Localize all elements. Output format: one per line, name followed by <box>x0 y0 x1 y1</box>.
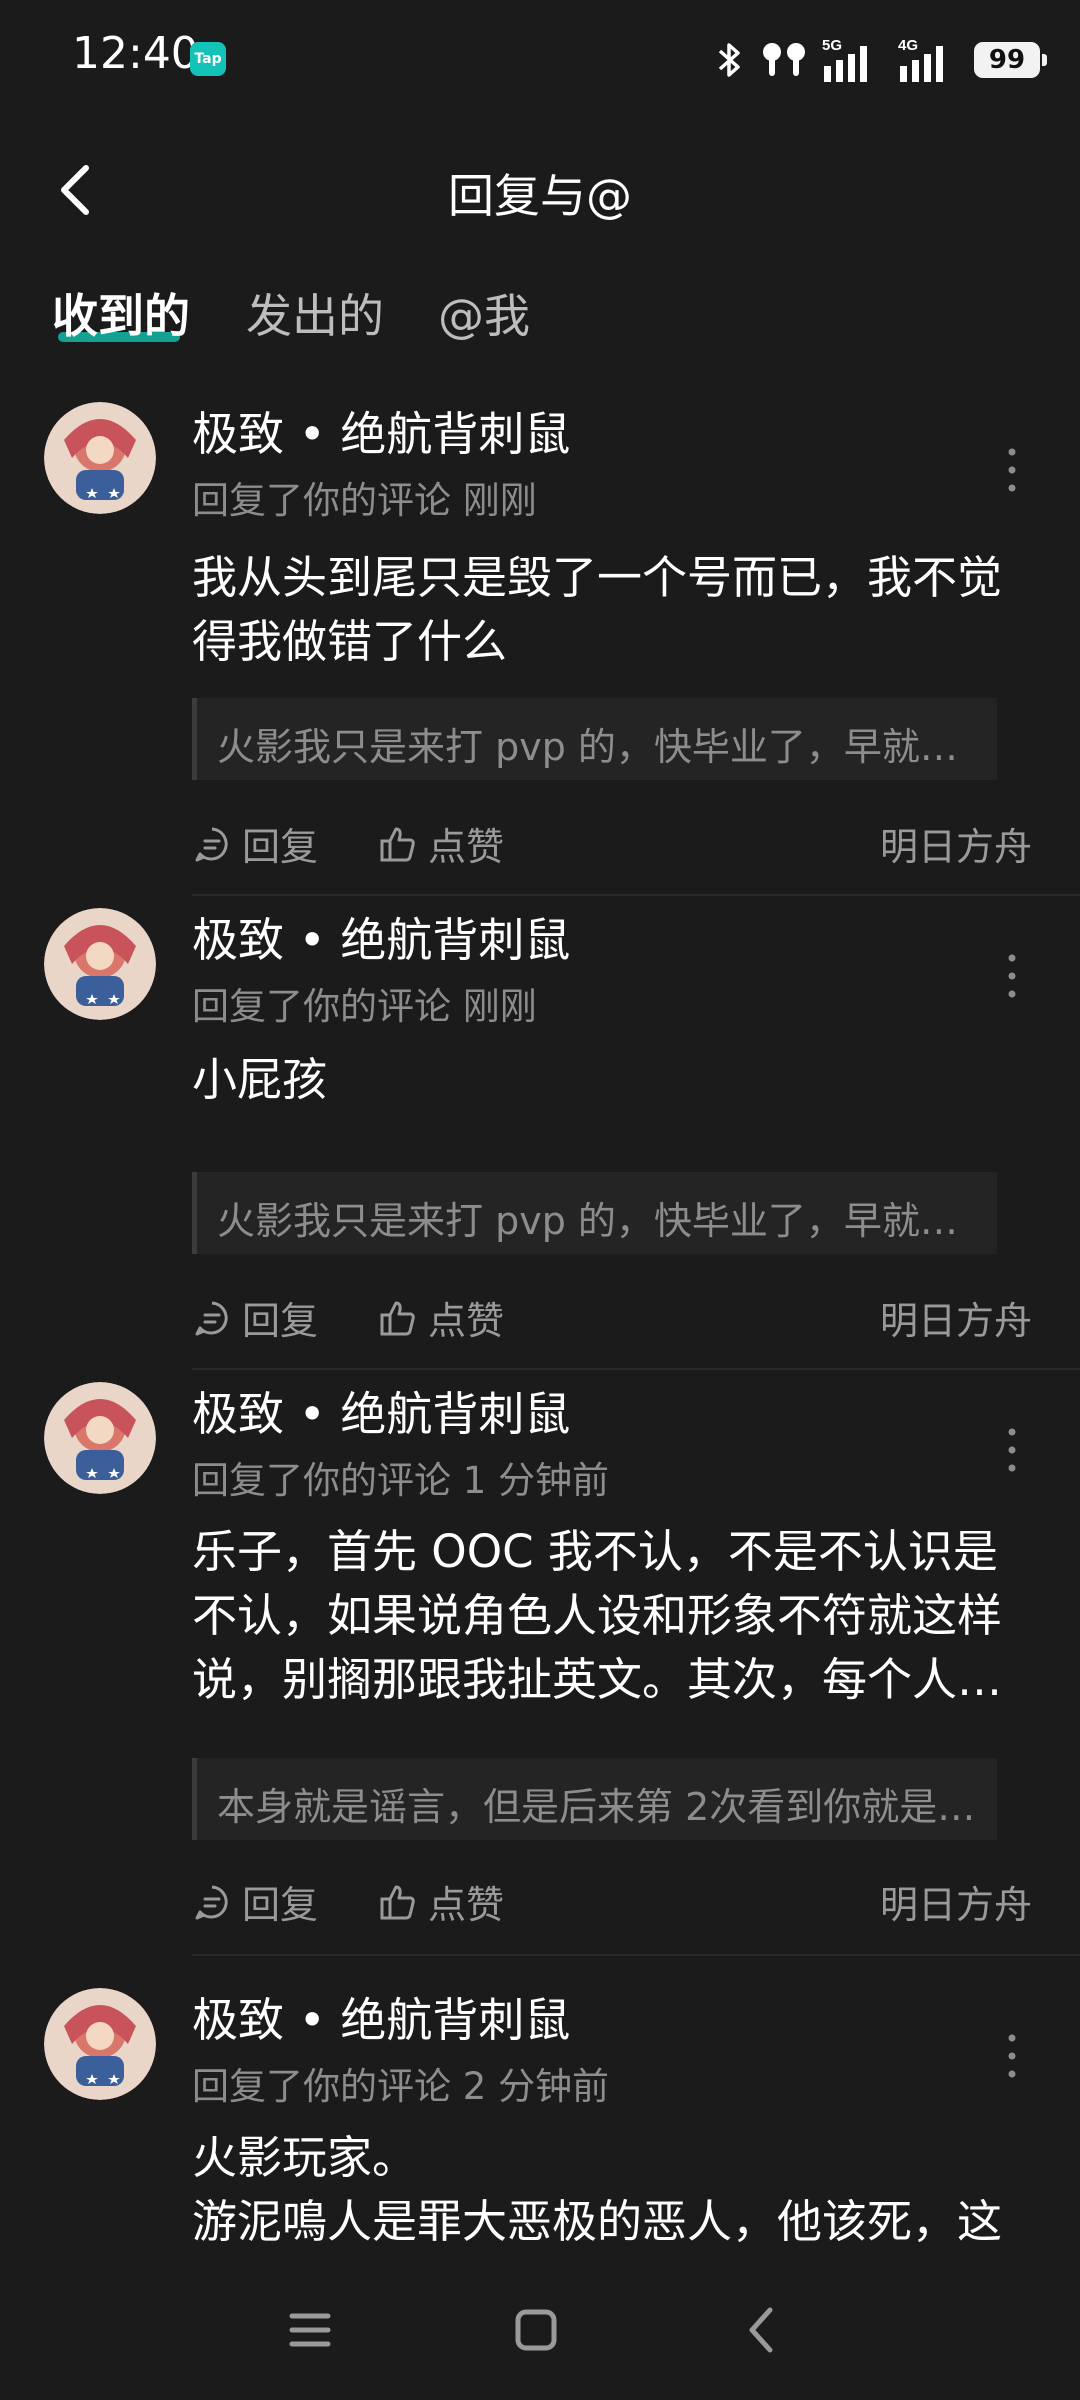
reply-label: 回复 <box>242 1883 319 1927</box>
tap-app-icon: Tap <box>190 42 226 76</box>
list-item[interactable]: 极致 • 绝航背刺鼠 回复了你的评论 1 分钟前 乐子，首先 OOC 我不认，不… <box>0 1370 1080 1976</box>
header: 回复与@ <box>0 130 1080 250</box>
comment-body-line: 得我做错了什么 <box>192 615 508 668</box>
status-bar: 12:40 Tap 5G 4G 99 <box>0 0 1080 118</box>
like-button[interactable]: 点赞 <box>378 1874 504 1929</box>
chevron-left-icon[interactable] <box>732 2300 792 2360</box>
comment-body-line: 不认，如果说角色人设和形象不符就这样 <box>192 1589 1003 1642</box>
like-label: 点赞 <box>428 1299 505 1343</box>
comment-body: 乐子，首先 OOC 我不认，不是不认识是 不认，如果说角色人设和形象不符就这样 … <box>192 1520 1022 1712</box>
comment-author[interactable]: 极致 • 绝航背刺鼠 <box>192 398 570 464</box>
comment-body-line: 火影玩家。 <box>192 2131 418 2184</box>
avatar[interactable] <box>44 1988 156 2100</box>
more-vertical-icon[interactable] <box>1000 946 1024 1006</box>
thumbs-up-icon <box>380 1885 415 1919</box>
game-tag[interactable]: 明日方舟 <box>880 1874 1032 1929</box>
signal-5g-icon: 5G <box>822 37 867 82</box>
reply-label: 回复 <box>242 1299 319 1343</box>
more-vertical-icon[interactable] <box>1000 2026 1024 2086</box>
like-button[interactable]: 点赞 <box>378 1290 504 1345</box>
bluetooth-icon <box>718 43 740 77</box>
tab-sent[interactable]: 发出的 <box>246 280 384 346</box>
comment-body: 火影玩家。 游泥鳴人是罪大恶极的恶人，他该死，这 <box>192 2126 1022 2254</box>
like-label: 点赞 <box>428 825 505 869</box>
more-vertical-icon[interactable] <box>1000 440 1024 500</box>
comment-body-line: 我从头到尾只是毁了一个号而已，我不觉 <box>192 551 1003 604</box>
page-title: 回复与@ <box>448 169 632 223</box>
tab-mentions[interactable]: @我 <box>438 280 530 346</box>
comment-body-line: 乐子，首先 OOC 我不认，不是不认识是 <box>192 1525 998 1578</box>
comment-body: 我从头到尾只是毁了一个号而已，我不觉 得我做错了什么 <box>192 546 1022 674</box>
game-tag[interactable]: 明日方舟 <box>880 816 1032 871</box>
comment-bubble-icon <box>195 827 228 861</box>
quoted-comment[interactable]: 火影我只是来打 pvp 的，快毕业了，早就快… <box>192 698 997 780</box>
earbuds-icon <box>763 43 805 76</box>
tab-received[interactable]: 收到的 <box>52 280 190 346</box>
system-nav-bar <box>0 2260 1080 2400</box>
comment-actions: 回复 点赞 明日方舟 <box>192 1874 1032 1934</box>
comment-actions: 回复 点赞 明日方舟 <box>192 1290 1032 1350</box>
reply-button[interactable]: 回复 <box>192 816 318 871</box>
comment-bubble-icon <box>195 1885 228 1919</box>
svg-text:4G: 4G <box>898 37 918 54</box>
more-vertical-icon[interactable] <box>1000 1420 1024 1480</box>
comment-body: 小屁孩 <box>192 1048 1022 1112</box>
reply-button[interactable]: 回复 <box>192 1290 318 1345</box>
square-home-icon[interactable] <box>506 2300 566 2360</box>
svg-text:5G: 5G <box>822 37 842 54</box>
comment-author[interactable]: 极致 • 绝航背刺鼠 <box>192 904 570 970</box>
status-time: 12:40 <box>72 28 199 79</box>
comment-actions: 回复 点赞 明日方舟 <box>192 816 1032 876</box>
comment-meta: 回复了你的评论 1 分钟前 <box>192 1459 610 1502</box>
quoted-comment-text: 火影我只是来打 pvp 的，快毕业了，早就快… <box>217 725 987 769</box>
reply-button[interactable]: 回复 <box>192 1874 318 1929</box>
avatar[interactable] <box>44 1382 156 1494</box>
battery-indicator: 99 <box>974 42 1047 78</box>
comment-feed: 极致 • 绝航背刺鼠 回复了你的评论 刚刚 我从头到尾只是毁了一个号而已，我不觉… <box>0 390 1080 2260</box>
comment-author[interactable]: 极致 • 绝航背刺鼠 <box>192 1984 570 2050</box>
thumbs-up-icon <box>380 1301 415 1335</box>
tab-bar: 收到的 发出的 @我 <box>0 270 1080 370</box>
list-item[interactable]: 极致 • 绝航背刺鼠 回复了你的评论 刚刚 我从头到尾只是毁了一个号而已，我不觉… <box>0 390 1080 896</box>
comment-author[interactable]: 极致 • 绝航背刺鼠 <box>192 1378 570 1444</box>
list-item[interactable]: 极致 • 绝航背刺鼠 回复了你的评论 刚刚 小屁孩 火影我只是来打 pvp 的，… <box>0 896 1080 1370</box>
avatar[interactable] <box>44 908 156 1020</box>
comment-body-line: 游泥鳴人是罪大恶极的恶人，他该死，这 <box>192 2195 1003 2248</box>
quoted-comment[interactable]: 本身就是谣言，但是后来第 2次看到你就是… <box>192 1758 997 1840</box>
avatar[interactable] <box>44 402 156 514</box>
system-icons: 5G 4G 99 <box>712 34 1047 86</box>
comment-bubble-icon <box>195 1301 228 1335</box>
game-tag[interactable]: 明日方舟 <box>880 1290 1032 1345</box>
reply-label: 回复 <box>242 825 319 869</box>
comment-meta: 回复了你的评论 刚刚 <box>192 985 537 1028</box>
quoted-comment[interactable]: 火影我只是来打 pvp 的，快毕业了，早就快… <box>192 1172 997 1254</box>
thumbs-up-icon <box>380 827 415 861</box>
like-label: 点赞 <box>428 1883 505 1927</box>
quoted-comment-text: 火影我只是来打 pvp 的，快毕业了，早就快… <box>217 1199 987 1243</box>
list-item[interactable]: 极致 • 绝航背刺鼠 回复了你的评论 2 分钟前 火影玩家。 游泥鳴人是罪大恶极… <box>0 1976 1080 2260</box>
quoted-comment-text: 本身就是谣言，但是后来第 2次看到你就是… <box>217 1785 976 1829</box>
like-button[interactable]: 点赞 <box>378 816 504 871</box>
comment-body-line: 小屁孩 <box>192 1053 328 1106</box>
divider <box>192 1954 1080 1956</box>
signal-4g-icon: 4G <box>898 37 943 82</box>
comment-meta: 回复了你的评论 刚刚 <box>192 479 537 522</box>
comment-body-line: 说，别搁那跟我扯英文。其次，每个人… <box>192 1653 1003 1706</box>
menu-icon[interactable] <box>280 2300 340 2360</box>
comment-meta: 回复了你的评论 2 分钟前 <box>192 2065 610 2108</box>
